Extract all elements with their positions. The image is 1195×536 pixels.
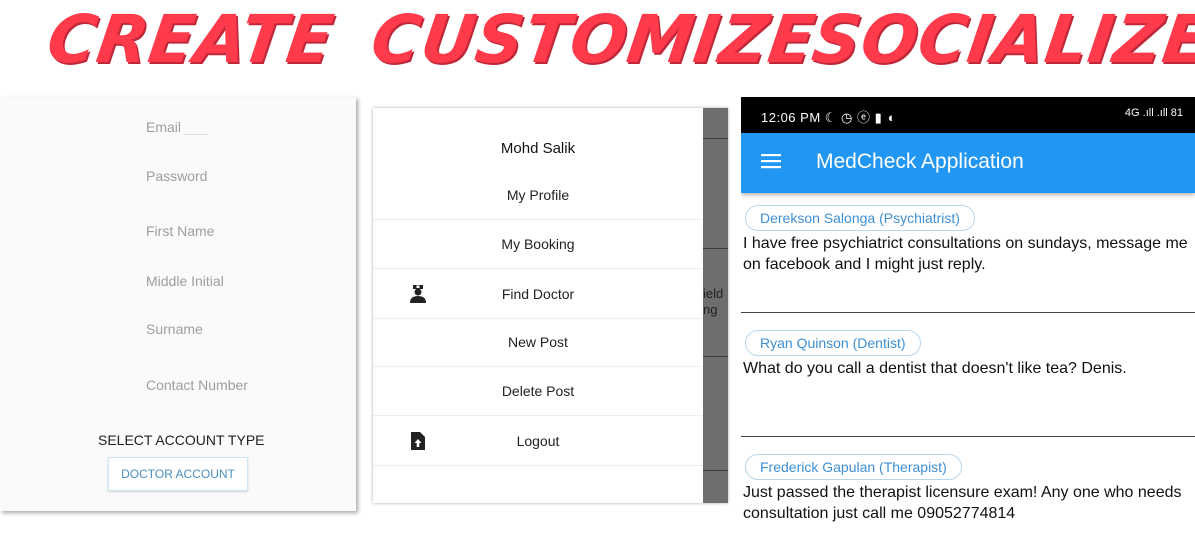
- email-field[interactable]: Email: [146, 119, 210, 135]
- doctor-account-button[interactable]: DOCTOR ACCOUNT: [108, 457, 248, 491]
- background-text-fragment: ield: [703, 286, 724, 301]
- headline-socialize: SOCIALIZE: [807, 1, 1195, 78]
- post-card: Ryan Quinson (Dentist) What do you call …: [741, 330, 1195, 379]
- headline-customize: CUSTOMIZE: [366, 1, 821, 78]
- surname-field[interactable]: Surname: [146, 321, 203, 337]
- status-time: 12:06 PM ☾ ◷ ⓔ ▮ ◖: [761, 110, 895, 125]
- headline-create: CREATE: [42, 1, 339, 78]
- post-card: Derekson Salonga (Psychiatrist) I have f…: [741, 205, 1195, 275]
- menu-item-logout[interactable]: Logout: [373, 417, 703, 466]
- post-text: Just passed the therapist licensure exam…: [743, 484, 1182, 522]
- menu-item-delete-post[interactable]: Delete Post: [373, 367, 703, 416]
- post-text: What do you call a dentist that doesn't …: [743, 360, 1127, 377]
- menu-item-find-doctor[interactable]: Find Doctor: [373, 270, 703, 319]
- app-title: MedCheck Application: [816, 150, 1024, 173]
- menu-item-new-post[interactable]: New Post: [373, 318, 703, 367]
- author-chip[interactable]: Frederick Gapulan (Therapist): [745, 454, 962, 480]
- middle-initial-field[interactable]: Middle Initial: [146, 273, 224, 289]
- password-field[interactable]: Password: [146, 168, 207, 184]
- drawer-user-name: Mohd Salik: [500, 140, 576, 157]
- account-type-label: SELECT ACCOUNT TYPE: [98, 432, 265, 448]
- author-chip[interactable]: Derekson Salonga (Psychiatrist): [745, 205, 975, 231]
- drawer-scrim[interactable]: ield ng: [703, 108, 728, 503]
- phone-feed-screen: 12:06 PM ☾ ◷ ⓔ ▮ ◖ 4G .ıll .ıll 81 MedCh…: [741, 97, 1195, 536]
- menu-item-my-profile[interactable]: My Profile: [373, 171, 703, 220]
- doctor-icon: [410, 285, 426, 303]
- drawer-screen: ield ng Mohd Salik My Profile My Booking…: [373, 108, 728, 503]
- status-system-icons: 4G .ıll .ıll 81: [1124, 107, 1183, 119]
- post-text: I have free psychiatrict consultations o…: [743, 235, 1188, 273]
- post-card: Frederick Gapulan (Therapist) Just passe…: [741, 454, 1195, 524]
- first-name-field[interactable]: First Name: [146, 223, 214, 239]
- file-upload-icon: [411, 432, 425, 450]
- status-bar: 12:06 PM ☾ ◷ ⓔ ▮ ◖ 4G .ıll .ıll 81: [741, 97, 1195, 133]
- hamburger-menu-icon[interactable]: [761, 153, 781, 169]
- app-bar: MedCheck Application: [741, 133, 1195, 193]
- navigation-drawer: Mohd Salik My Profile My Booking Find Do…: [373, 108, 703, 503]
- menu-item-my-booking[interactable]: My Booking: [373, 220, 703, 269]
- registration-form: Email Password First Name Middle Initial…: [0, 97, 356, 511]
- contact-number-field[interactable]: Contact Number: [146, 377, 248, 393]
- author-chip[interactable]: Ryan Quinson (Dentist): [745, 330, 921, 356]
- background-text-fragment: ng: [703, 302, 718, 317]
